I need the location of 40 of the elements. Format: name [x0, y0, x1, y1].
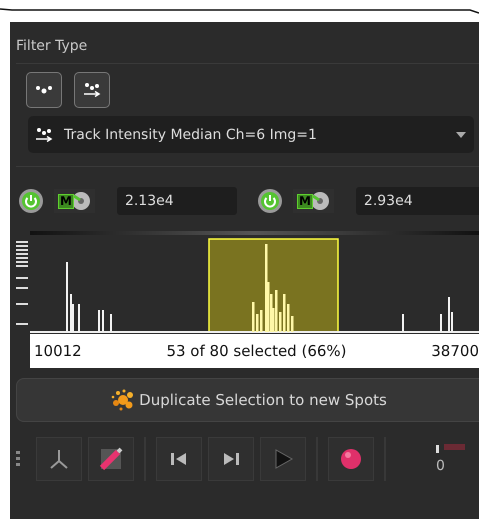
histogram-bar	[287, 304, 290, 332]
selection-range[interactable]	[208, 238, 339, 333]
tracks-icon	[34, 126, 54, 142]
histogram-bar	[260, 310, 262, 332]
histogram-bar	[252, 302, 254, 332]
mode-button[interactable]: M	[292, 189, 334, 213]
histogram-bar	[291, 316, 294, 332]
power-icon[interactable]	[256, 188, 283, 214]
grip-icon[interactable]	[16, 451, 20, 467]
power-icon[interactable]	[18, 188, 44, 214]
skip-forward-button[interactable]	[208, 437, 254, 481]
tracks-filter-button[interactable]	[74, 72, 110, 108]
threshold-field[interactable]: 2.13e4	[116, 187, 237, 215]
play-icon	[273, 449, 293, 469]
histogram-bar	[283, 294, 286, 332]
spots-filter-button[interactable]	[26, 72, 62, 108]
record-button[interactable]	[328, 437, 374, 481]
histogram-bar	[279, 312, 282, 332]
skip-forward-icon	[221, 451, 241, 467]
time-value: 0	[436, 458, 445, 474]
caret-icon	[456, 132, 466, 138]
histogram-bar	[256, 314, 258, 332]
pointer-tool-button[interactable]	[88, 437, 134, 481]
skip-back-icon	[169, 451, 189, 467]
filter-dropdown[interactable]: Track Intensity Median Ch=6 Img=1	[28, 116, 474, 153]
play-button[interactable]	[260, 437, 306, 481]
threshold-field[interactable]: 2.93e4	[356, 187, 479, 215]
record-icon	[340, 448, 362, 470]
mode-button[interactable]: M	[54, 189, 95, 213]
tracks-icon	[82, 82, 102, 98]
duplicate-selection-button[interactable]: Duplicate Selection to new Spots	[16, 378, 479, 422]
pen-icon	[98, 446, 124, 472]
section-title: Filter Type	[16, 38, 88, 54]
time-marker-icon	[436, 444, 465, 454]
range-max: 38700	[431, 342, 479, 360]
spots-cluster-icon	[111, 389, 136, 411]
axes-button[interactable]	[36, 437, 82, 481]
range-min: 10012	[34, 342, 82, 360]
skip-back-button[interactable]	[156, 437, 202, 481]
selection-summary: 53 of 80 selected (66%)	[166, 342, 347, 360]
